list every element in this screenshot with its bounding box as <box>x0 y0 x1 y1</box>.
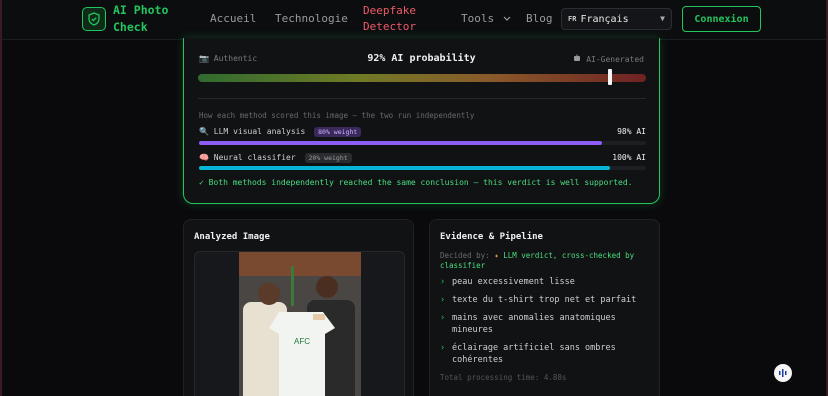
nav-tools[interactable]: Tools <box>461 12 511 25</box>
robot-icon <box>574 54 581 61</box>
magnifier-icon: 🔍 <box>199 127 209 136</box>
evidence-text: éclairage artificiel sans ombres cohéren… <box>452 343 616 365</box>
nav-deepfake-line1: Deepfake <box>363 4 416 17</box>
weight-badge: 20% weight <box>304 153 352 163</box>
jersey-logo: AFC <box>294 337 310 346</box>
probability-card: 📷 Authentic 92% AI probability AI-Genera… <box>183 38 660 204</box>
methods-intro: How each method scored this image — the … <box>199 111 475 120</box>
app-name-line1: AI Photo <box>113 3 169 17</box>
method-row-classifier: 🧠 Neural classifier 20% weight 100% AI <box>199 153 646 163</box>
evidence-text: texte du t-shirt trop net et parfait <box>452 295 637 305</box>
divider <box>198 98 646 99</box>
nav-blog[interactable]: Blog <box>526 12 553 25</box>
method-bar-fill <box>199 166 611 170</box>
method-bar-classifier <box>199 166 646 170</box>
caret-down-icon: ▼ <box>660 14 665 23</box>
verdict-text: ✓ Both methods independently reached the… <box>199 178 633 187</box>
chevron-right-icon: › <box>440 343 446 353</box>
method-bar-fill <box>199 141 602 145</box>
processing-time: Total processing time: 4.88s <box>440 373 567 382</box>
analyzed-photo[interactable]: AFC <box>239 252 361 396</box>
analyzed-image-card: Analyzed Image AFC <box>183 219 414 396</box>
nav-deepfake-detector[interactable]: Deepfake Detector <box>363 3 423 35</box>
nav-tools-label: Tools <box>461 12 495 25</box>
evidence-item: › éclairage artificiel sans ombres cohére… <box>440 342 652 366</box>
app-name-line2: Check <box>113 20 148 34</box>
decided-by: Decided by: ✦ LLM verdict, cross-checked… <box>440 251 650 271</box>
shield-logo-icon[interactable] <box>82 7 106 31</box>
method-score: 100% AI <box>612 153 646 162</box>
ai-generated-label-text: AI-Generated <box>586 55 644 64</box>
nav-home[interactable]: Accueil <box>210 12 256 25</box>
method-row-llm: 🔍 LLM visual analysis 80% weight 98% AI <box>199 127 646 137</box>
evidence-text: peau excessivement lisse <box>452 277 575 287</box>
evidence-list: › peau excessivement lisse › texte du t-sh… <box>440 276 652 372</box>
weight-badge: 80% weight <box>314 127 362 137</box>
sparkle-icon: ✦ <box>494 251 499 260</box>
flag-icon: FR <box>568 15 577 23</box>
language-value: Français <box>580 13 629 25</box>
image-frame: AFC <box>194 251 405 396</box>
top-navigation: AI Photo Check Accueil Technologie Deepf… <box>0 0 828 40</box>
nav-deepfake-line2: Detector <box>363 20 416 33</box>
chevron-right-icon: › <box>440 313 446 323</box>
evidence-item: › peau excessivement lisse <box>440 276 652 288</box>
chevron-right-icon: › <box>440 277 446 287</box>
nav-technology[interactable]: Technologie <box>275 12 348 25</box>
method-name: Neural classifier <box>213 153 296 162</box>
analyzed-image-title: Analyzed Image <box>194 232 270 242</box>
evidence-item: › mains avec anomalies anatomiques mineur… <box>440 312 652 336</box>
brain-icon: 🧠 <box>199 153 209 162</box>
language-select[interactable]: FR Français ▼ <box>561 8 672 30</box>
login-button[interactable]: Connexion <box>682 6 761 32</box>
evidence-item: › texte du t-shirt trop net et parfait <box>440 294 652 306</box>
method-name: LLM visual analysis <box>213 127 306 136</box>
audio-wave-button[interactable] <box>774 364 792 382</box>
ai-generated-label: AI-Generated <box>573 54 644 64</box>
chevron-right-icon: › <box>440 295 446 305</box>
evidence-title: Evidence & Pipeline <box>440 232 543 242</box>
evidence-text: mains avec anomalies anatomiques mineure… <box>452 313 616 335</box>
decided-prefix: Decided by: <box>440 251 490 260</box>
probability-marker <box>608 69 613 85</box>
evidence-card: Evidence & Pipeline Decided by: ✦ LLM ve… <box>429 219 660 396</box>
method-score: 98% AI <box>617 127 646 136</box>
chevron-down-icon <box>503 16 511 21</box>
audio-wave-icon <box>779 369 787 377</box>
probability-gradient-bar <box>198 74 646 82</box>
method-bar-llm <box>199 141 646 145</box>
app-name[interactable]: AI Photo Check <box>113 2 183 36</box>
